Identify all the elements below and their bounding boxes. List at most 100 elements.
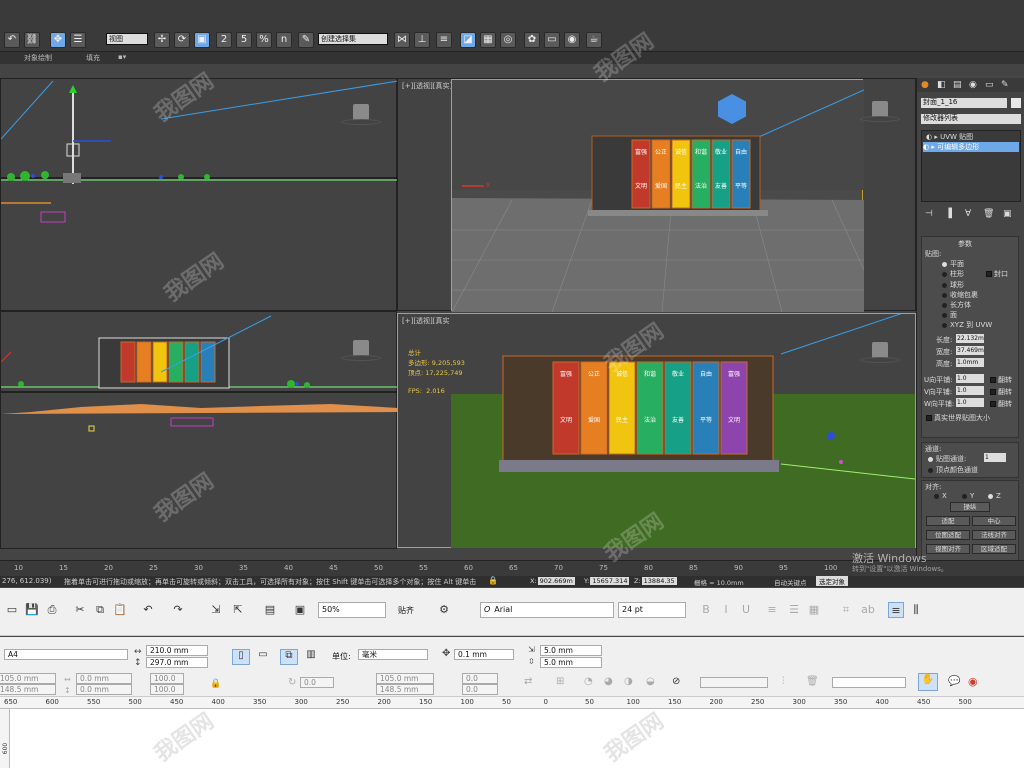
duplicate-y-input[interactable]: 5.0 mm (540, 657, 602, 668)
vertex-color-radio[interactable]: 顶点颜色通道 (928, 465, 978, 475)
viewcube-icon[interactable] (872, 342, 888, 358)
schematic-icon[interactable]: ▦ (480, 32, 496, 48)
underline-icon[interactable]: U (738, 602, 754, 618)
render-setup-icon[interactable]: ✿ (524, 32, 540, 48)
trim-icon[interactable]: ◕ (604, 676, 613, 687)
selected-object-dropdown[interactable]: 选定对象 (816, 576, 848, 586)
vertical-text-icon[interactable]: ⫼ (908, 602, 924, 618)
normal-align-button[interactable]: 法线对齐 (972, 530, 1016, 540)
percent-snap-icon[interactable]: % (256, 32, 272, 48)
viewport-bottom-left[interactable] (0, 311, 398, 549)
autokey-button[interactable]: 自动关键点 (774, 577, 807, 587)
select-object-icon[interactable]: ✥ (50, 32, 66, 48)
center-x-input[interactable]: 105.0 mm (376, 673, 434, 684)
z-coord[interactable]: Z: 13884.35 (634, 577, 677, 585)
stack-item-uvw[interactable]: ◐ ▸ UVW 贴图 (926, 132, 973, 142)
vertical-ruler[interactable]: 600 (0, 709, 10, 768)
horizontal-ruler[interactable]: 650 600 550 500 450 400 350 300 250 200 150 100 50 0 5… (0, 697, 1024, 709)
ribbon-dropdown-icon[interactable]: ▪▾ (118, 53, 126, 61)
align-icon[interactable]: ⊥ (414, 32, 430, 48)
redo-icon[interactable]: ↷ (170, 602, 186, 618)
cap-checkbox[interactable]: 封口 (986, 269, 1008, 279)
scale-x-input[interactable]: 100.0 (150, 673, 184, 684)
edit-text-icon[interactable]: ab (860, 602, 876, 618)
intersect-icon[interactable]: ◑ (624, 676, 633, 687)
ribbon-item-object-paint[interactable]: 对象绘制 (24, 53, 52, 63)
manipulate-button[interactable]: 操纵 (950, 502, 990, 512)
viewport-bottom-right[interactable]: [+][透视][真实 + 边面] 富强 文明 公正 爱国 诚信 民主 和谐 法治 敬业 友善 自由平… (397, 308, 916, 548)
mapping-spherical[interactable]: 球形 (942, 280, 964, 290)
lock-ratio-icon[interactable]: 🔒 (210, 679, 221, 689)
link-icon[interactable]: ⛓ (24, 32, 40, 48)
font-size-dropdown[interactable]: 24 pt (618, 602, 686, 618)
print-icon[interactable]: ⎙ (44, 602, 60, 618)
render-frame-icon[interactable]: ▭ (544, 32, 560, 48)
ribbon-item-populate[interactable]: 填充 (86, 53, 100, 63)
modify-tab-icon[interactable]: ◧ (937, 80, 946, 90)
reference-coord-dropdown[interactable]: 视图 (106, 33, 148, 45)
chat-icon[interactable]: 💬 (948, 676, 960, 687)
scale-y-input[interactable]: 100.0 (150, 684, 184, 695)
copy-icon[interactable]: ⧉ (92, 602, 108, 618)
undo-icon[interactable]: ↶ (4, 32, 20, 48)
delete-icon[interactable]: 🗑 (806, 676, 819, 687)
length-spinner[interactable]: 22.132m (956, 334, 984, 343)
horizontal-text-icon[interactable]: ≡ (888, 602, 904, 618)
mapping-box[interactable]: 长方体 (942, 300, 971, 310)
skew-v-input[interactable]: 0.0 (462, 684, 498, 695)
new-icon[interactable]: ▭ (4, 602, 20, 618)
remove-modifier-icon[interactable]: 🗑 (983, 209, 994, 219)
viewcube-icon[interactable] (353, 340, 369, 356)
region-fit-button[interactable]: 区域适配 (972, 544, 1016, 554)
align-x-radio[interactable]: X (934, 492, 947, 500)
group-icon[interactable]: ⊞ (556, 676, 564, 687)
fullscreen-icon[interactable]: ▣ (292, 602, 308, 618)
utile-spinner[interactable]: 1.0 (956, 374, 984, 383)
render-icon[interactable]: ◉ (564, 32, 580, 48)
layer-icon[interactable]: ≡ (436, 32, 452, 48)
unit-dropdown[interactable]: 毫米 (358, 649, 428, 660)
pan-tool-icon[interactable]: ✋ (918, 673, 938, 691)
x-coord[interactable]: X: 902.669m (530, 577, 575, 585)
rotate-icon[interactable]: ⟳ (174, 32, 190, 48)
viewport-top-right[interactable]: [+][透视][真实] 富强 文明 公正 爱国 诚信 民主 和谐 法治 敬业 友善 自由 平等 X (397, 78, 916, 313)
viewport-top-left[interactable] (0, 78, 399, 311)
publish-pdf-icon[interactable]: ▤ (262, 602, 278, 618)
current-page-icon[interactable]: ▥ (302, 649, 320, 665)
align-z-radio[interactable]: Z (988, 492, 1001, 500)
create-tab-icon[interactable]: ● (921, 80, 929, 90)
map-channel-spinner[interactable]: 1 (984, 453, 1006, 462)
text-props-icon[interactable]: ⌗ (838, 602, 854, 618)
mapping-planar[interactable]: 平面 (942, 259, 964, 269)
all-pages-icon[interactable]: ⧉ (280, 649, 298, 665)
modifier-list-dropdown[interactable]: 修改器列表 (921, 114, 1021, 124)
configure-sets-icon[interactable]: ▣ (1003, 209, 1012, 219)
mapping-cylindrical[interactable]: 柱形 (942, 269, 964, 279)
viewport-label[interactable]: [+][透视][真实] (402, 81, 452, 91)
select-by-name-icon[interactable]: ☰ (70, 32, 86, 48)
mapping-shrinkwrap[interactable]: 收缩包裹 (942, 290, 978, 300)
bold-icon[interactable]: B (698, 602, 714, 618)
drawing-canvas[interactable] (10, 709, 1024, 768)
import-icon[interactable]: ⇲ (208, 602, 224, 618)
size-h-input[interactable]: 0.0 mm (76, 684, 132, 695)
snap-to-dropdown[interactable]: 贴齐 (398, 605, 414, 616)
viewcube-icon[interactable] (353, 104, 369, 120)
viewcube-icon[interactable] (872, 101, 888, 117)
save-icon[interactable]: 💾 (24, 602, 40, 618)
scale-icon[interactable]: ▣ (194, 32, 210, 48)
object-color-swatch[interactable] (1011, 98, 1021, 108)
display-tab-icon[interactable]: ▭ (985, 80, 994, 90)
view-align-button[interactable]: 视图对齐 (926, 544, 970, 554)
realworld-checkbox[interactable]: 真实世界贴图大小 (926, 413, 990, 423)
fill-dropdown[interactable] (832, 677, 906, 688)
size-w-input[interactable]: 0.0 mm (76, 673, 132, 684)
y-coord[interactable]: Y: 15657.314 (584, 577, 630, 585)
export-icon[interactable]: ⇱ (230, 602, 246, 618)
stack-item-editpoly[interactable]: ◐ ▸ 可编辑多边形 (923, 142, 1019, 152)
cut-icon[interactable]: ✂ (72, 602, 88, 618)
mirror-icon[interactable]: ⇄ (524, 676, 532, 687)
map-channel-radio[interactable]: 贴图通道: (928, 454, 966, 464)
nudge-input[interactable]: 0.1 mm (454, 649, 514, 660)
italic-icon[interactable]: I (718, 602, 734, 618)
